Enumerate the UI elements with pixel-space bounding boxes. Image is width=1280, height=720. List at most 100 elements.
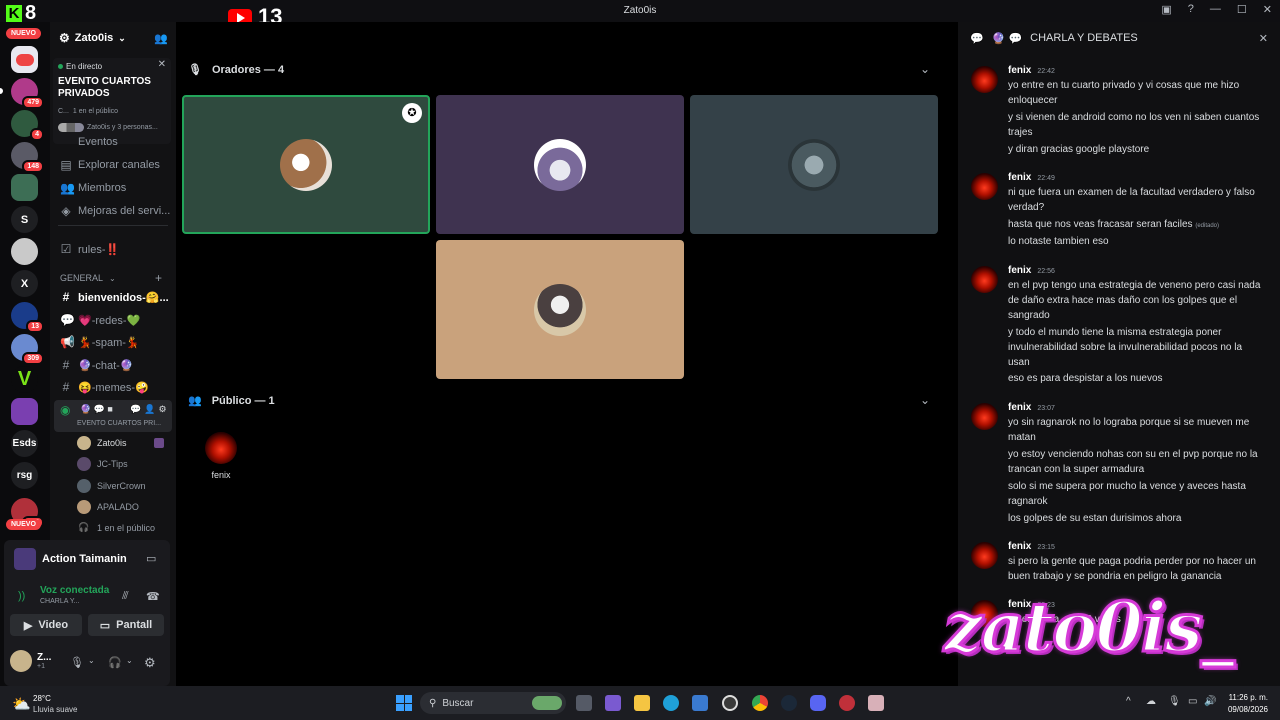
close-window-icon[interactable]: ✕ [1263, 3, 1272, 16]
avatar[interactable] [971, 542, 998, 569]
discord-icon[interactable] [810, 695, 826, 711]
avatar[interactable] [971, 266, 998, 293]
server-icon[interactable] [11, 174, 38, 201]
weather-temp[interactable]: 28°C [33, 694, 51, 703]
message-author[interactable]: fenix 22:56 [1008, 265, 1055, 276]
message-author[interactable]: fenix 23:15 [1008, 541, 1055, 552]
avatar[interactable] [971, 403, 998, 430]
chevron-down-icon[interactable]: ⌄ [126, 656, 133, 665]
help-icon[interactable]: ? [1188, 3, 1194, 16]
network-icon[interactable]: ▭ [1188, 696, 1197, 707]
server-icon[interactable]: rsg [11, 462, 38, 489]
avatar [10, 650, 32, 672]
channel-redes[interactable]: 💬 💗-redes-💚 [60, 313, 140, 327]
tray-app-icon[interactable]: ☁ [1146, 696, 1156, 707]
chevron-down-icon[interactable]: ⌄ [920, 62, 930, 76]
app-icon[interactable] [839, 695, 855, 711]
screen-share-button[interactable]: ▭ Pantall [88, 614, 164, 636]
microphone-icon[interactable]: 🎙 [1168, 696, 1181, 707]
user-info[interactable]: Z... +1 [10, 650, 51, 672]
close-icon[interactable]: ✕ [158, 59, 166, 70]
server-icon[interactable] [11, 238, 38, 265]
clock-time[interactable]: 11:26 p. m. [1226, 693, 1268, 702]
video-button[interactable]: ▶ Video [10, 614, 82, 636]
add-channel-icon[interactable]: + [155, 271, 162, 285]
close-icon[interactable]: ✕ [1259, 32, 1268, 45]
settings-icon[interactable]: ⚙ [158, 404, 166, 415]
menu-boosts[interactable]: ◈ Mejoras del servi... [60, 204, 170, 218]
channel-chat[interactable]: # 🔮-chat-🔮 [60, 358, 134, 372]
message-author[interactable]: fenix 22:49 [1008, 172, 1055, 183]
menu-events[interactable]: Eventos [60, 136, 118, 148]
server-icon[interactable]: V [11, 366, 38, 393]
chevron-down-icon[interactable]: ⌄ [920, 393, 930, 407]
invite-icon[interactable]: 👤 [144, 404, 155, 415]
speaker-tile[interactable] [436, 95, 684, 234]
widgets-icon[interactable] [605, 695, 621, 711]
stream-icon[interactable]: ▭ [146, 552, 156, 565]
microphone-icon[interactable]: 🎙 [70, 656, 84, 669]
steam-icon[interactable] [781, 695, 797, 711]
weather-icon[interactable]: ⛅ [12, 695, 31, 713]
server-header[interactable]: ⚙ Zato0is ⌄ 👥 [50, 22, 176, 54]
invite-icon[interactable]: 👥 [154, 32, 168, 45]
inbox-icon[interactable]: ▣ [1161, 3, 1171, 16]
channel-spam[interactable]: 📢 💃-spam-💃 [60, 335, 140, 349]
server-icon[interactable]: Esds [11, 430, 38, 457]
voice-user[interactable]: Zato0is [77, 436, 164, 450]
server-icon[interactable] [11, 46, 38, 73]
avatar[interactable] [971, 66, 998, 93]
speakers-header[interactable]: 🎙 Oradores — 4 [188, 63, 284, 77]
voice-channel-name[interactable]: CHARLA Y... [40, 598, 79, 605]
audience-header[interactable]: 👥 Público — 1 [188, 394, 275, 408]
app-icon[interactable] [868, 695, 884, 711]
channel-bienvenidos[interactable]: # bienvenidos-🤗... [60, 290, 169, 304]
server-icon[interactable] [11, 398, 38, 425]
disconnect-icon[interactable]: ☎ [146, 590, 160, 603]
speaker-tile[interactable]: ✪ [182, 95, 430, 234]
live-event-card[interactable]: En directo ✕ EVENTO CUARTOS PRIVADOS C..… [53, 58, 171, 144]
voice-user[interactable]: SilverCrown [77, 479, 146, 493]
speaker-tile[interactable] [690, 95, 938, 234]
server-icon[interactable]: X [11, 270, 38, 297]
voice-user[interactable]: JC-Tips [77, 457, 128, 471]
channel-memes[interactable]: # 😝-memes-🤪 [60, 380, 149, 394]
stage-channel[interactable]: ◉ 🔮 💬 ■ 💬 👤 ⚙ EVENTO CUARTOS PRI... [54, 400, 172, 432]
channel-rules[interactable]: ☑ rules-‼️ [60, 242, 120, 256]
noise-suppression-icon[interactable]: ⫻ [122, 590, 129, 603]
server-icon[interactable]: 4 [11, 110, 44, 141]
voice-user[interactable]: APALADO [77, 500, 139, 514]
audience-member[interactable]: fenix [205, 432, 237, 480]
windows-start-icon[interactable] [396, 695, 412, 711]
volume-icon[interactable]: 🔊 [1204, 696, 1216, 707]
server-icon[interactable]: 148 [11, 142, 44, 173]
menu-members[interactable]: 👥 Miembros [60, 181, 126, 195]
chat-icon[interactable]: 💬 [130, 404, 141, 415]
server-icon[interactable]: 479 [11, 78, 44, 109]
menu-explore-channels[interactable]: ▤ Explorar canales [60, 158, 160, 172]
obs-icon[interactable] [722, 695, 738, 711]
file-explorer-icon[interactable] [634, 695, 650, 711]
avatar[interactable] [971, 173, 998, 200]
activity-row[interactable]: Action Taimanin [14, 548, 127, 570]
minimize-icon[interactable]: — [1210, 3, 1221, 16]
message-author[interactable]: fenix 22:42 [1008, 65, 1055, 76]
server-icon[interactable]: S [11, 206, 38, 233]
clock-date[interactable]: 09/08/2026 [1226, 705, 1268, 714]
message-author[interactable]: fenix 23:07 [1008, 402, 1055, 413]
category-general[interactable]: GENERAL ⌄ + [60, 271, 162, 285]
server-icon[interactable]: 309 [11, 334, 44, 365]
voice-public[interactable]: 🎧 1 en el público [77, 522, 155, 533]
server-icon[interactable]: 13 [11, 302, 44, 333]
tray-overflow-icon[interactable]: ^ [1126, 696, 1131, 707]
store-icon[interactable] [692, 695, 708, 711]
speaker-tile[interactable] [436, 240, 684, 379]
headphones-icon[interactable]: 🎧 [108, 656, 122, 669]
maximize-icon[interactable]: ☐ [1237, 3, 1247, 16]
chevron-down-icon[interactable]: ⌄ [88, 656, 95, 665]
user-settings-icon[interactable]: ⚙ [144, 655, 156, 671]
search-input[interactable]: ⚲ Buscar [420, 692, 566, 714]
task-view-icon[interactable] [576, 695, 592, 711]
chrome-icon[interactable] [752, 695, 768, 711]
edge-icon[interactable] [663, 695, 679, 711]
